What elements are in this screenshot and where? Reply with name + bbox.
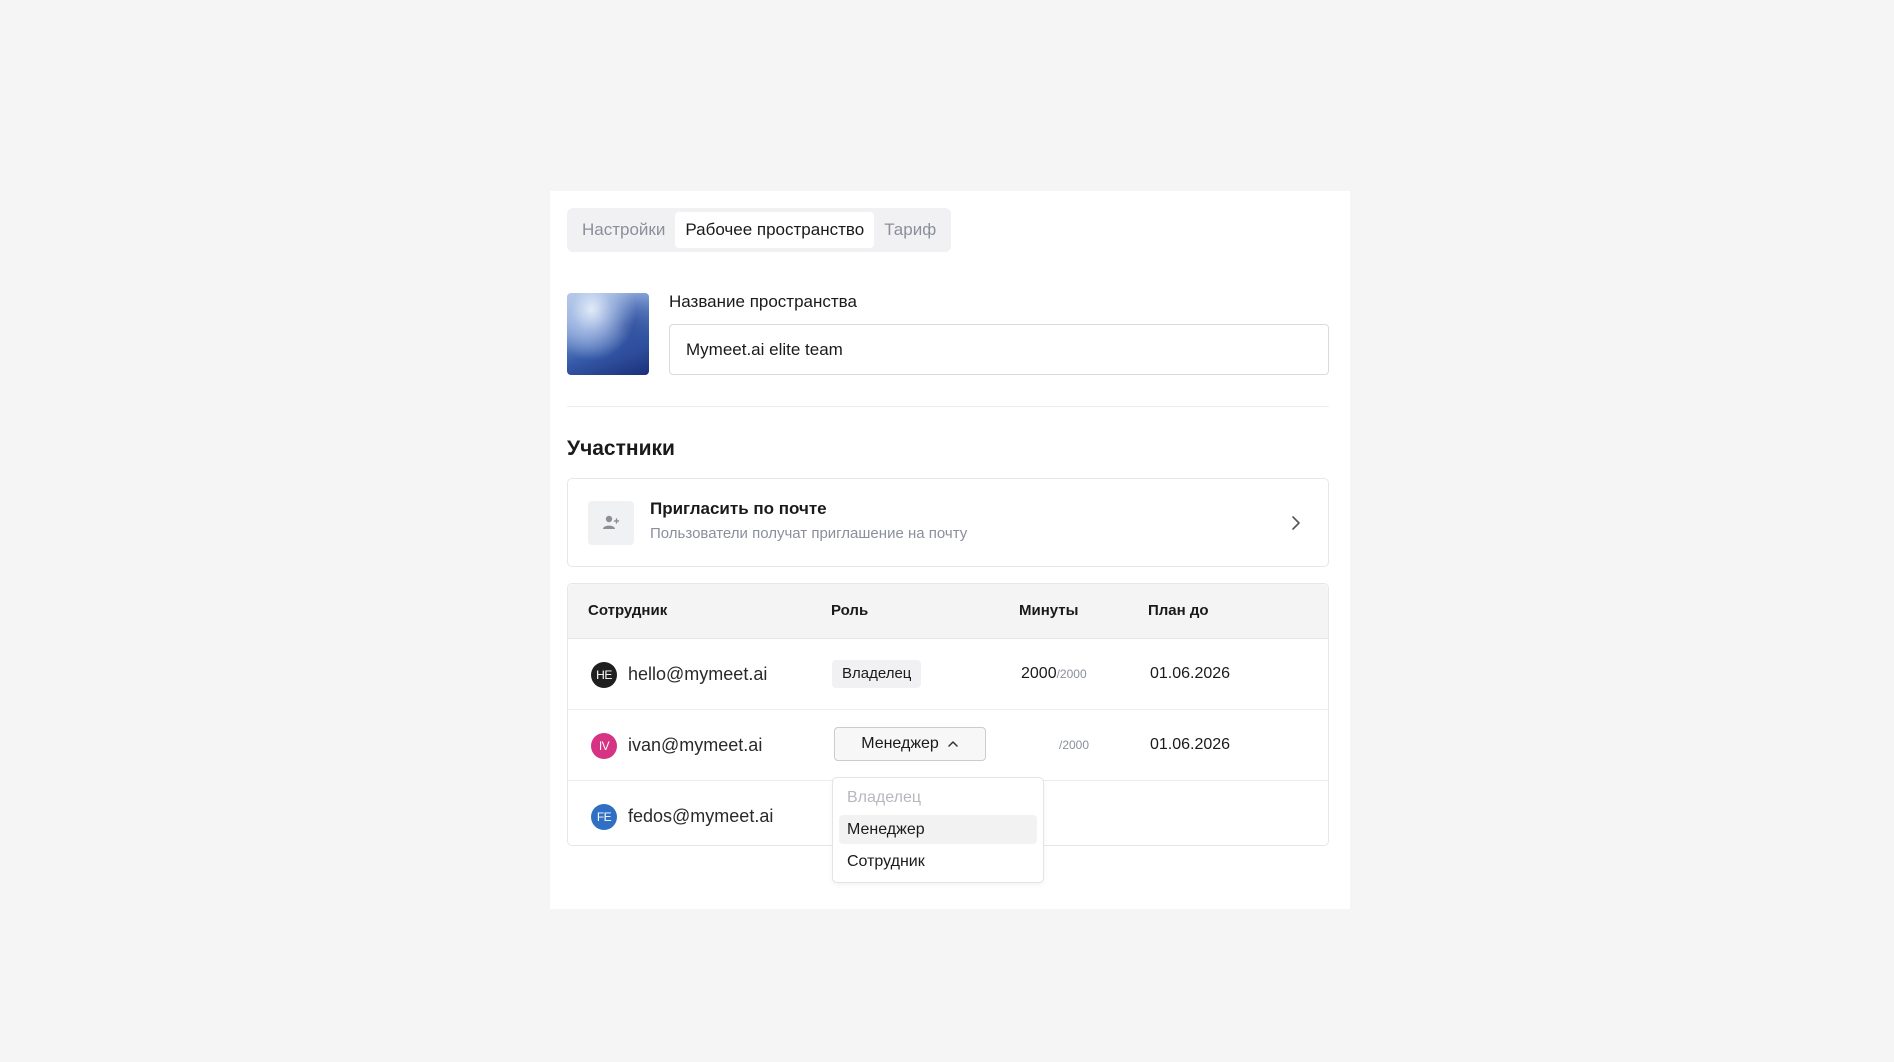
- invite-subtitle: Пользователи получат приглашение на почт…: [650, 525, 968, 542]
- role-select[interactable]: Менеджер: [834, 727, 986, 761]
- column-header-minutes: Минуты: [1019, 602, 1079, 619]
- role-option-owner: Владелец: [847, 789, 922, 806]
- column-header-plan-until: План до: [1148, 602, 1209, 619]
- workspace-name-input[interactable]: [669, 324, 1329, 375]
- minutes-used: 2000: [1021, 665, 1057, 682]
- minutes-total: /2000: [1059, 738, 1090, 752]
- role-option-employee[interactable]: Сотрудник: [839, 847, 1037, 876]
- avatar: IV: [591, 733, 617, 759]
- role-select-value: Менеджер: [861, 735, 939, 752]
- role-option-manager[interactable]: Менеджер: [839, 815, 1037, 844]
- workspace-name-label: Название пространства: [669, 292, 857, 311]
- user-plus-icon: [588, 501, 634, 545]
- tab-plan[interactable]: Тариф: [874, 212, 946, 248]
- column-header-employee: Сотрудник: [588, 602, 668, 619]
- chevron-up-icon: [948, 741, 958, 747]
- settings-card: Настройки Рабочее пространство Тариф Наз…: [550, 191, 1350, 909]
- tab-workspace[interactable]: Рабочее пространство: [675, 212, 875, 248]
- plan-until-date: 01.06.2026: [1150, 736, 1231, 753]
- role-dropdown-menu: Владелец Менеджер Сотрудник: [832, 777, 1044, 883]
- invite-title: Пригласить по почте: [650, 499, 827, 518]
- avatar: HE: [591, 662, 617, 688]
- table-header: Сотрудник Роль Минуты План до: [568, 584, 1328, 639]
- role-badge: Владелец: [832, 660, 922, 688]
- invite-by-email-button[interactable]: Пригласить по почте Пользователи получат…: [567, 478, 1329, 567]
- divider: [567, 406, 1329, 407]
- member-email: fedos@mymeet.ai: [628, 806, 774, 826]
- table-row: HE hello@mymeet.ai Владелец 2000/2000 01…: [568, 639, 1328, 710]
- minutes-total: /2000: [1056, 667, 1087, 681]
- tab-settings[interactable]: Настройки: [572, 212, 675, 248]
- workspace-image[interactable]: [567, 293, 649, 375]
- minutes-usage: /2000: [1021, 736, 1089, 754]
- avatar: FE: [591, 804, 617, 830]
- member-email: ivan@mymeet.ai: [628, 735, 763, 755]
- member-email: hello@mymeet.ai: [628, 664, 768, 684]
- members-title: Участники: [567, 437, 675, 460]
- minutes-usage: 2000/2000: [1021, 665, 1087, 683]
- chevron-right-icon: [1292, 516, 1300, 530]
- plan-until-date: 01.06.2026: [1150, 665, 1231, 682]
- column-header-role: Роль: [831, 602, 869, 619]
- tab-bar: Настройки Рабочее пространство Тариф: [567, 208, 952, 252]
- table-row: IV ivan@mymeet.ai Менеджер /2000 01.06.2…: [568, 710, 1328, 781]
